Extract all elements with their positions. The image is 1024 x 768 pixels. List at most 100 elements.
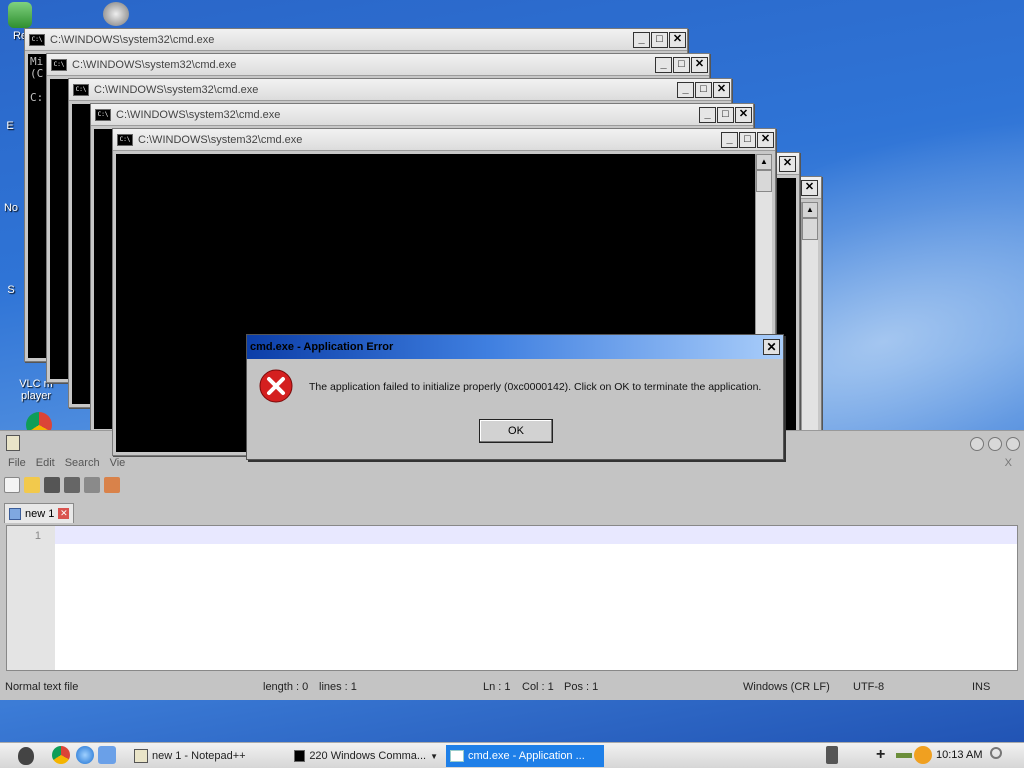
window-icon [450,750,464,762]
task-application-error[interactable]: cmd.exe - Application ... [446,745,604,767]
menu-file[interactable]: File [8,457,26,469]
maximize-button[interactable]: □ [739,131,756,148]
taskbar: new 1 - Notepad++ 220 Windows Comma... ▼… [0,742,1024,768]
close-button[interactable] [1006,437,1020,451]
status-length: length : 0 [263,681,309,693]
desktop-icon-no[interactable]: No [0,202,22,214]
maximize-button[interactable]: □ [717,106,734,123]
close-document-button[interactable]: X [1005,457,1012,469]
minimize-button[interactable]: _ [721,131,738,148]
minimize-button[interactable]: _ [677,81,694,98]
task-label: new 1 - Notepad++ [152,750,246,762]
status-encoding: UTF-8 [853,681,885,693]
close-button[interactable]: ✕ [757,131,774,148]
status-mode: INS [972,681,991,693]
internet-explorer-icon[interactable] [76,746,94,764]
menu-search[interactable]: Search [65,457,100,469]
scroll-thumb[interactable] [802,218,818,240]
close-button[interactable]: ✕ [735,106,752,123]
save-all-icon[interactable] [64,477,80,493]
chevron-down-icon: ▼ [430,751,438,761]
close-button[interactable]: ✕ [713,81,730,98]
status-pos: Pos : 1 [564,681,599,693]
maximize-button[interactable] [988,437,1002,451]
status-lines: lines : 1 [319,681,357,693]
tray-network-icon[interactable] [896,753,912,758]
text-editor[interactable]: 1 [6,525,1018,671]
status-col: Col : 1 [522,681,554,693]
task-notepad[interactable]: new 1 - Notepad++ [130,745,280,767]
menu-view[interactable]: Vie [110,457,126,469]
dialog-message: The application failed to initialize pro… [309,381,762,393]
close-button[interactable]: ✕ [779,155,796,172]
film-reel-icon [103,2,129,26]
status-file-type: Normal text file [5,681,79,693]
scroll-up-arrow-icon[interactable]: ▲ [802,202,818,218]
cmd-icon: C:\ [95,108,111,121]
desktop-icon-s[interactable]: S [0,284,22,296]
desktop-icon-e[interactable]: E [0,120,20,132]
minimize-button[interactable] [970,437,984,451]
menu-edit[interactable]: Edit [36,457,55,469]
scroll-thumb[interactable] [756,170,772,192]
current-line-highlight [55,526,1017,544]
open-file-icon[interactable] [24,477,40,493]
task-label: 220 Windows Comma... [309,750,427,762]
clock: 10:13 AM [936,749,983,761]
desktop-icon-label: No [3,202,19,214]
close-file-icon[interactable] [84,477,100,493]
cmd-icon: C:\ [29,33,45,46]
search-icon[interactable] [990,747,1002,759]
document-icon [9,507,21,520]
desktop-icon-media[interactable] [96,2,136,28]
notepad-plus-plus-window[interactable]: X File Edit Search Vie new 1 ✕ 1 Normal … [0,430,1024,700]
print-icon[interactable] [104,477,120,493]
task-windows-command[interactable]: 220 Windows Comma... ▼ [290,745,442,767]
recycle-bin-icon [8,2,32,28]
close-button[interactable]: ✕ [691,56,708,73]
cmd-icon: C:\ [117,133,133,146]
close-button[interactable]: ✕ [801,179,818,196]
save-icon[interactable] [44,477,60,493]
minimize-button[interactable]: _ [633,31,650,48]
dialog-close-button[interactable]: ✕ [763,339,780,355]
notepad-app-icon [6,435,20,451]
minimize-button[interactable]: _ [655,56,672,73]
window-title: C:\WINDOWS\system32\cmd.exe [138,133,303,146]
maximize-button[interactable]: □ [673,56,690,73]
apple-start-icon[interactable] [18,747,34,765]
scroll-up-arrow-icon[interactable]: ▲ [756,154,772,170]
status-bar: Normal text file length : 0 lines : 1 Ln… [0,674,1024,700]
window-title: C:\WINDOWS\system32\cmd.exe [50,33,215,46]
chrome-icon[interactable] [52,746,70,764]
application-error-dialog[interactable]: cmd.exe - Application Error ✕ The applic… [246,334,784,460]
status-ln: Ln : 1 [483,681,511,693]
maximize-button[interactable]: □ [695,81,712,98]
error-icon [259,369,293,406]
line-number: 1 [34,530,41,542]
status-eol: Windows (CR LF) [743,681,830,693]
tray-search-key-icon[interactable] [914,746,932,764]
window-title: C:\WINDOWS\system32\cmd.exe [94,83,259,96]
tray-device-icon[interactable] [826,746,838,764]
task-label: cmd.exe - Application ... [468,750,585,762]
close-tab-icon[interactable]: ✕ [58,508,70,519]
cmd-icon: C:\ [51,58,67,71]
window-title: C:\WINDOWS\system32\cmd.exe [116,108,281,121]
close-button[interactable]: ✕ [669,31,686,48]
quick-launch-icon[interactable] [98,746,116,764]
new-file-icon[interactable] [4,477,20,493]
cmd-icon [294,750,306,762]
maximize-button[interactable]: □ [651,31,668,48]
line-number-gutter: 1 [7,526,55,670]
cmd-icon: C:\ [73,83,89,96]
tab-label: new 1 [25,507,55,520]
dialog-title: cmd.exe - Application Error [250,341,394,353]
window-title: C:\WINDOWS\system32\cmd.exe [72,58,237,71]
minimize-button[interactable]: _ [699,106,716,123]
desktop-icon-label: E [6,120,14,132]
desktop-icon-label: S [7,284,15,296]
ok-button[interactable]: OK [479,419,553,443]
tray-plus-icon[interactable]: + [876,746,885,764]
tab-new-1[interactable]: new 1 ✕ [4,503,75,523]
